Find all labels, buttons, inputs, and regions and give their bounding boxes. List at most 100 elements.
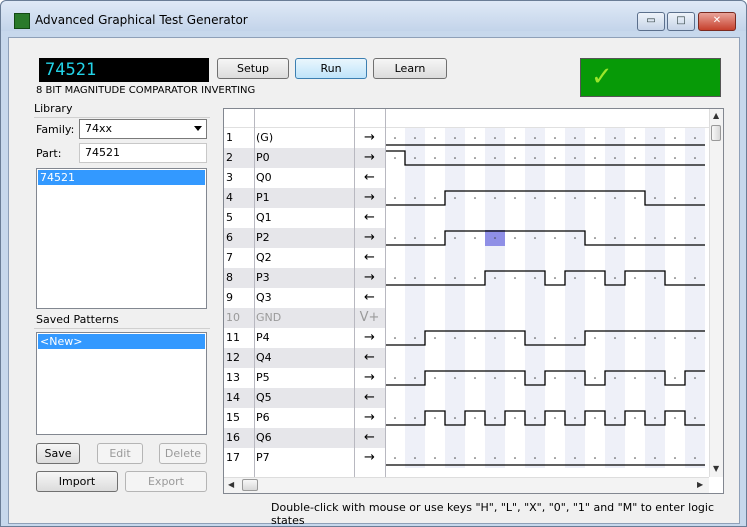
logic-state-dot — [574, 197, 576, 199]
pin-row[interactable]: 10 GND V+ — [224, 308, 709, 328]
logic-state-dot — [614, 377, 616, 379]
horizontal-scrollbar[interactable]: ◀ ▶ — [224, 477, 709, 493]
pin-waveform[interactable] — [385, 208, 709, 228]
pin-row[interactable]: 3 Q0 ← — [224, 168, 709, 188]
logic-state-dot — [674, 337, 676, 339]
pin-row[interactable]: 2 P0 → — [224, 148, 709, 168]
pin-name: Q2 — [256, 251, 272, 264]
pin-direction: → — [364, 370, 375, 385]
part-field[interactable]: 74521 — [79, 143, 207, 163]
pin-waveform[interactable] — [385, 348, 709, 368]
pin-row[interactable]: 17 P7 → — [224, 448, 709, 468]
logic-state-dot — [594, 237, 596, 239]
pin-row[interactable]: 15 P6 → — [224, 408, 709, 428]
pin-name: P3 — [254, 268, 354, 288]
pin-row[interactable]: 12 Q4 ← — [224, 348, 709, 368]
scroll-left-icon[interactable]: ◀ — [228, 480, 234, 489]
pin-row[interactable]: 11 P4 → — [224, 328, 709, 348]
time-column-band — [485, 388, 505, 408]
scroll-right-icon[interactable]: ▶ — [697, 480, 703, 489]
pin-direction: → — [354, 268, 385, 288]
logic-state-dot — [534, 417, 536, 419]
logic-state-dot — [494, 157, 496, 159]
logic-state-dot — [674, 197, 676, 199]
pin-waveform[interactable] — [385, 288, 709, 308]
pin-row[interactable]: 13 P5 → — [224, 368, 709, 388]
pattern-grid[interactable]: 1 (G) → 2 P0 → 3 Q0 ← 4 P1 → 5 Q1 ← 6 P2 → 7 Q2 ← 8 P3 → 9 Q3 ← 10 G… — [223, 108, 724, 494]
delete-button[interactable]: Delete — [159, 443, 207, 464]
saved-pattern-item[interactable]: <New> — [38, 334, 205, 349]
pin-waveform[interactable] — [385, 328, 709, 348]
pin-waveform[interactable] — [385, 248, 709, 268]
time-column-band — [565, 208, 585, 228]
time-column-band — [685, 308, 705, 328]
pin-waveform[interactable] — [385, 308, 709, 328]
pin-waveform[interactable] — [385, 428, 709, 448]
saved-patterns-list[interactable]: <New> — [36, 332, 207, 435]
waveform-svg — [405, 168, 705, 188]
title-bar[interactable]: Advanced Graphical Test Generator ▭ □ ✕ — [1, 1, 746, 31]
edit-button[interactable]: Edit — [97, 443, 143, 464]
waveform-svg — [385, 188, 705, 208]
parts-list-item[interactable]: 74521 — [38, 170, 205, 185]
family-select[interactable]: 74xx — [79, 119, 207, 139]
logic-state-dot — [694, 237, 696, 239]
logic-state-dot — [394, 417, 396, 419]
pin-name: P2 — [254, 228, 354, 248]
horizontal-scroll-thumb[interactable] — [242, 479, 258, 491]
parts-list[interactable]: 74521 — [36, 168, 207, 309]
pin-row[interactable]: 7 Q2 ← — [224, 248, 709, 268]
pin-row[interactable]: 6 P2 → — [224, 228, 709, 248]
pin-waveform[interactable] — [385, 228, 709, 248]
vertical-scrollbar[interactable]: ▲ ▼ — [709, 109, 723, 477]
setup-button[interactable]: Setup — [217, 58, 289, 79]
time-column-band — [445, 168, 465, 188]
save-button[interactable]: Save — [36, 443, 80, 464]
waveform-svg — [405, 288, 705, 308]
vertical-scroll-thumb[interactable] — [711, 125, 721, 141]
logic-state-dot — [394, 237, 396, 239]
pin-waveform[interactable] — [385, 368, 709, 388]
logic-state-dot — [494, 417, 496, 419]
time-column-band — [605, 428, 625, 448]
time-column-band — [445, 428, 465, 448]
pin-waveform[interactable] — [385, 188, 709, 208]
logic-state-dot — [414, 197, 416, 199]
scroll-down-icon[interactable]: ▼ — [713, 464, 719, 473]
family-value: 74xx — [85, 122, 113, 135]
export-button[interactable]: Export — [125, 471, 207, 492]
logic-state-dot — [474, 157, 476, 159]
pin-direction: ← — [354, 348, 385, 368]
pin-waveform[interactable] — [385, 168, 709, 188]
logic-state-dot — [474, 337, 476, 339]
learn-button[interactable]: Learn — [373, 58, 447, 79]
maximize-button[interactable]: □ — [667, 12, 695, 31]
time-column-band — [525, 308, 545, 328]
pin-waveform[interactable] — [385, 268, 709, 288]
pin-waveform[interactable] — [385, 148, 709, 168]
run-button[interactable]: Run — [295, 58, 367, 79]
close-button[interactable]: ✕ — [698, 12, 736, 31]
pin-row[interactable]: 16 Q6 ← — [224, 428, 709, 448]
pin-row[interactable]: 4 P1 → — [224, 188, 709, 208]
pin-row[interactable]: 5 Q1 ← — [224, 208, 709, 228]
pin-row[interactable]: 1 (G) → — [224, 128, 709, 148]
time-column-band — [565, 348, 585, 368]
time-column-band — [485, 168, 505, 188]
pin-waveform[interactable] — [385, 448, 709, 468]
scroll-up-icon[interactable]: ▲ — [713, 111, 719, 120]
import-button[interactable]: Import — [36, 471, 118, 492]
logic-state-dot — [414, 417, 416, 419]
pin-waveform[interactable] — [385, 408, 709, 428]
waveform-svg — [385, 228, 705, 248]
pin-row[interactable]: 8 P3 → — [224, 268, 709, 288]
minimize-button[interactable]: ▭ — [637, 12, 665, 31]
pin-waveform[interactable] — [385, 388, 709, 408]
logic-state-dot — [454, 157, 456, 159]
pin-number: 14 — [224, 388, 254, 408]
pin-number: 1 — [226, 131, 233, 144]
pin-row[interactable]: 14 Q5 ← — [224, 388, 709, 408]
pin-waveform[interactable] — [385, 128, 709, 148]
time-column-band — [685, 288, 705, 308]
pin-row[interactable]: 9 Q3 ← — [224, 288, 709, 308]
